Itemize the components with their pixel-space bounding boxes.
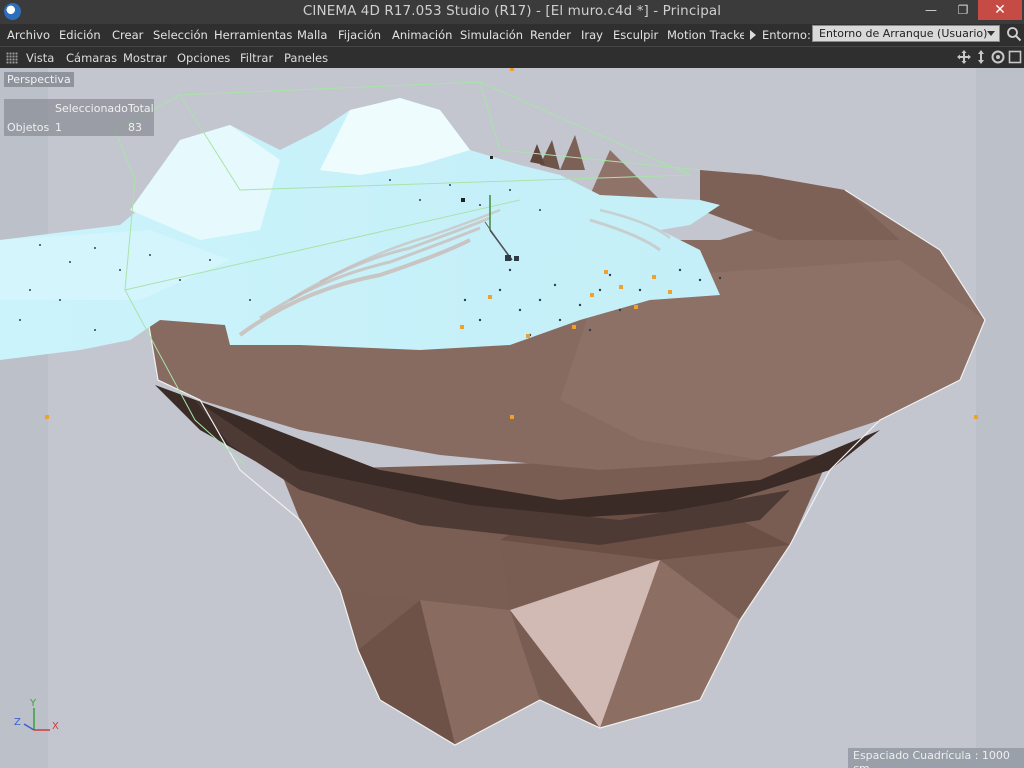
viewport-menu-filtrar[interactable]: Filtrar: [240, 51, 273, 65]
menu-seleccion[interactable]: Selección: [153, 28, 208, 42]
hud-row-label: Objetos: [7, 121, 50, 134]
hud-col-selected: Seleccionado: [55, 102, 128, 115]
window-title: CINEMA 4D R17.053 Studio (R17) - [El mur…: [302, 3, 722, 19]
hud-selected-count: 1: [55, 121, 62, 134]
menu-fijacion[interactable]: Fijación: [338, 28, 381, 42]
menu-archivo[interactable]: Archivo: [7, 28, 50, 42]
camera-label[interactable]: Perspectiva: [4, 72, 74, 87]
zoom-view-icon[interactable]: [974, 50, 988, 64]
menu-esculpir[interactable]: Esculpir: [613, 28, 658, 42]
menu-animacion[interactable]: Animación: [392, 28, 452, 42]
menu-edicion[interactable]: Edición: [59, 28, 101, 42]
viewport-menu-vista[interactable]: Vista: [26, 51, 54, 65]
axis-x-label: X: [52, 721, 59, 732]
menu-herramientas[interactable]: Herramientas: [214, 28, 292, 42]
menu-simulacion[interactable]: Simulación: [460, 28, 523, 42]
menu-motion-tracker[interactable]: Motion Tracker: [667, 28, 744, 42]
viewport-menu-paneles[interactable]: Paneles: [284, 51, 328, 65]
grid-spacing-status: Espaciado Cuadrícula : 1000 cm: [848, 748, 1024, 768]
rotate-view-icon[interactable]: [991, 50, 1005, 64]
environment-dropdown[interactable]: Entorno de Arranque (Usuario): [812, 25, 1000, 42]
hud-total-count: 83: [128, 121, 142, 134]
viewport-menu-camaras[interactable]: Cámaras: [66, 51, 117, 65]
environment-label: Entorno:: [762, 28, 811, 42]
axis-z-label: Z: [14, 717, 21, 728]
search-icon[interactable]: [1006, 26, 1022, 42]
viewport-scene[interactable]: [0, 68, 1024, 768]
axis-y-label: Y: [30, 698, 37, 709]
menu-iray[interactable]: Iray: [581, 28, 603, 42]
maximize-button[interactable]: ❐: [948, 0, 978, 20]
viewport-menu-opciones[interactable]: Opciones: [177, 51, 230, 65]
menu-malla[interactable]: Malla: [297, 28, 327, 42]
hud-col-total: Total: [128, 102, 154, 115]
title-bar: CINEMA 4D R17.053 Studio (R17) - [El mur…: [0, 0, 1024, 24]
menu-render[interactable]: Render: [530, 28, 571, 42]
viewport-menu-mostrar[interactable]: Mostrar: [123, 51, 167, 65]
grip-icon[interactable]: [6, 52, 18, 64]
minimize-button[interactable]: —: [916, 0, 946, 20]
menu-crear[interactable]: Crear: [112, 28, 143, 42]
chevron-down-icon: [987, 31, 995, 36]
menu-overflow-arrow-icon[interactable]: [750, 30, 756, 40]
world-axis-icon: Z Y X: [10, 698, 70, 742]
close-button[interactable]: ✕: [978, 0, 1022, 20]
selection-info-hud: Seleccionado Total Objetos 1 83: [4, 99, 154, 136]
maximize-view-icon[interactable]: [1008, 50, 1022, 64]
perspective-viewport[interactable]: Perspectiva Seleccionado Total Objetos 1…: [0, 68, 1024, 768]
environment-dropdown-value: Entorno de Arranque (Usuario): [819, 27, 988, 40]
move-view-icon[interactable]: [957, 50, 971, 64]
